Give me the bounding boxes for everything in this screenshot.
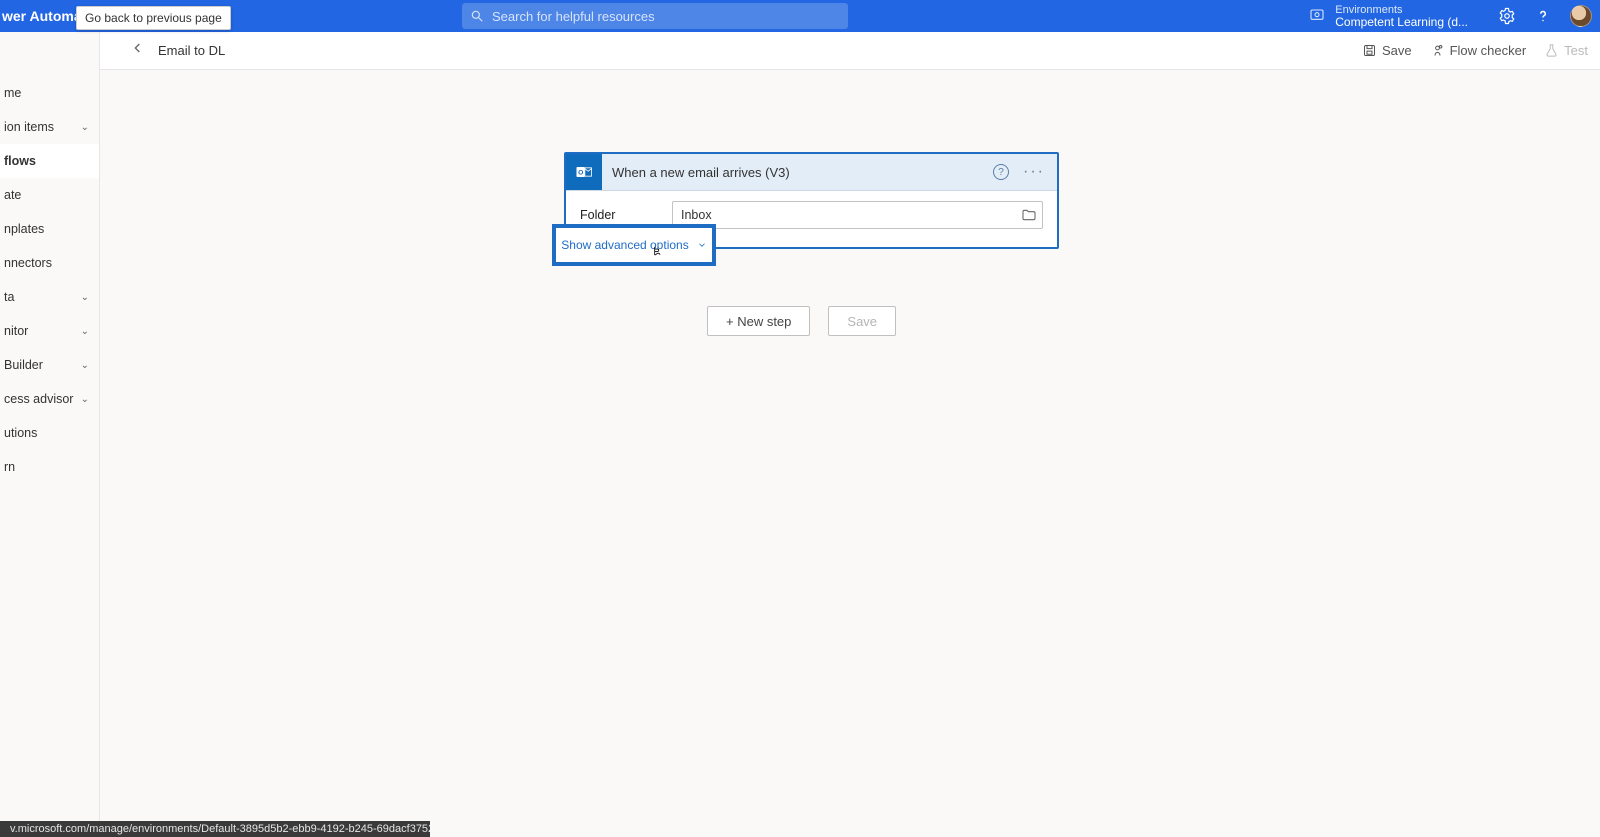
nav-create[interactable]: ate [0,178,99,212]
flow-checker-button[interactable]: Flow checker [1430,43,1527,58]
save-step-button[interactable]: Save [828,306,896,336]
trigger-help-icon[interactable]: ? [993,164,1009,180]
chevron-down-icon: ⌄ [81,360,89,371]
folder-input[interactable] [672,201,1043,229]
save-label: Save [1382,43,1412,58]
nav-monitor[interactable]: nitor⌄ [0,314,99,348]
checker-icon [1430,43,1445,58]
designer-canvas: O When a new email arrives (V3) ? ··· Fo… [100,70,1600,837]
environment-name: Competent Learning (d... [1335,16,1468,28]
nav-data[interactable]: ta⌄ [0,280,99,314]
chevron-down-icon: ⌄ [81,122,89,133]
nav-process-advisor[interactable]: cess advisor⌄ [0,382,99,416]
checker-label: Flow checker [1450,43,1527,58]
nav-templates[interactable]: nplates [0,212,99,246]
nav-solutions[interactable]: utions [0,416,99,450]
test-label: Test [1564,43,1588,58]
trigger-more-icon[interactable]: ··· [1023,163,1045,181]
settings-icon[interactable] [1498,7,1516,25]
left-nav: me ion items⌄ flows ate nplates nnectors… [0,32,100,837]
nav-ai-builder[interactable]: Builder⌄ [0,348,99,382]
nav-connectors[interactable]: nnectors [0,246,99,280]
save-icon [1362,43,1377,58]
back-arrow-icon[interactable] [130,40,146,61]
nav-home[interactable]: me [0,76,99,110]
status-url: v.microsoft.com/manage/environments/Defa… [0,821,430,837]
search-input[interactable] [492,9,792,24]
outlook-icon: O [566,154,602,190]
top-bar: wer Automa Go back to previous page Envi… [0,0,1600,32]
save-button[interactable]: Save [1362,43,1412,58]
user-avatar[interactable] [1570,5,1592,27]
test-button[interactable]: Test [1544,43,1588,58]
step-buttons: + New step Save [707,306,896,336]
chevron-down-icon [697,240,707,250]
flow-title: Email to DL [158,43,225,58]
nav-my-flows[interactable]: flows [0,144,99,178]
trigger-header[interactable]: O When a new email arrives (V3) ? ··· [566,154,1057,191]
header-icons [1498,0,1592,32]
chevron-down-icon: ⌄ [81,326,89,337]
nav-learn[interactable]: rn [0,450,99,484]
svg-text:O: O [578,170,583,177]
trigger-title: When a new email arrives (V3) [612,165,993,180]
command-bar: Email to DL Save Flow checker Test [100,32,1600,70]
environment-icon [1309,8,1325,24]
show-advanced-label: Show advanced options [561,238,688,252]
nav-action-items[interactable]: ion items⌄ [0,110,99,144]
new-step-button[interactable]: + New step [707,306,810,336]
show-advanced-options[interactable]: Show advanced options [561,238,706,252]
search-icon [470,9,484,23]
folder-label: Folder [580,208,654,222]
chevron-down-icon: ⌄ [81,394,89,405]
search-box[interactable] [462,3,848,29]
environment-picker[interactable]: Environments Competent Learning (d... [1309,0,1468,32]
chevron-down-icon: ⌄ [81,292,89,303]
flask-icon [1544,43,1559,58]
show-advanced-highlight: Show advanced options [552,224,716,266]
folder-picker-icon[interactable] [1021,207,1037,228]
back-tooltip: Go back to previous page [76,6,231,30]
app-title: wer Automa [0,8,82,24]
help-icon[interactable] [1534,7,1552,25]
